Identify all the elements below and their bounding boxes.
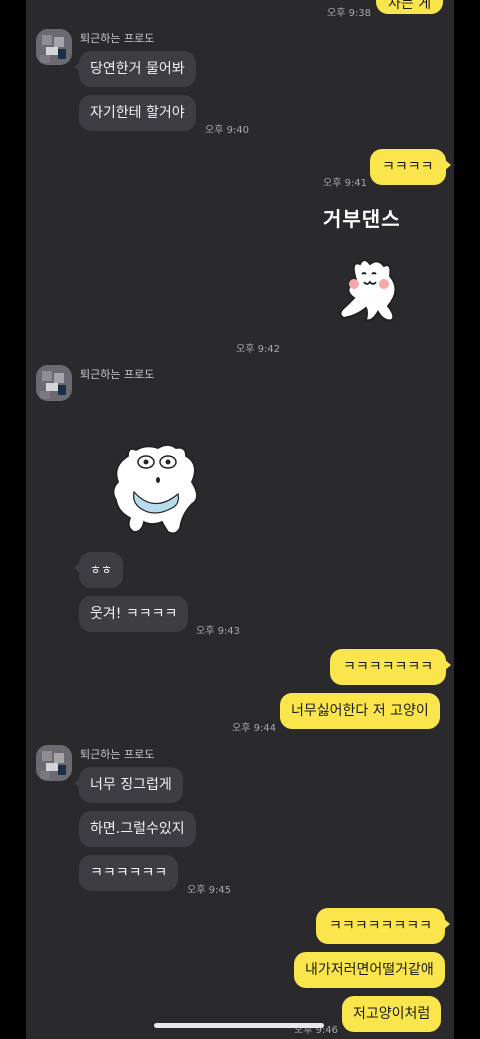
outgoing-message[interactable]: ㅋㅋㅋㅋㅋㅋㅋㅋ	[316, 908, 451, 944]
partner-avatar[interactable]	[36, 29, 72, 65]
chat-screen: 오후 9:38 사는 게 퇴근하는 프로도 당연한거 물어봐 자기한테 할거야 …	[26, 0, 454, 1039]
message-time: 오후 9:42	[236, 344, 281, 355]
incoming-message[interactable]: 자기한테 할거야	[79, 95, 196, 131]
surprised-cat-sticker[interactable]	[106, 442, 208, 542]
outgoing-message[interactable]: 저고양이처럼	[342, 996, 442, 1032]
incoming-message[interactable]: 너무 징그럽게	[74, 767, 183, 803]
dancing-cat-icon	[339, 259, 397, 322]
incoming-message[interactable]: ㅋㅋㅋㅋㅋㅋ	[79, 855, 179, 891]
message-time: 오후 9:40	[205, 125, 250, 136]
message-time: 오후 9:41	[323, 178, 368, 189]
home-indicator[interactable]	[154, 1023, 324, 1028]
message-time: 오후 9:43	[196, 626, 241, 637]
message-time: 오후 9:44	[232, 723, 277, 734]
outgoing-message[interactable]: ㅋㅋㅋㅋㅋㅋㅋ	[330, 649, 452, 685]
outgoing-message[interactable]: 너무싫어한다 저 고양이	[280, 693, 440, 729]
sticker-caption: 거부댄스	[323, 207, 401, 231]
outgoing-message[interactable]: ㅋㅋㅋㅋ	[370, 149, 451, 185]
outgoing-message[interactable]: 사는 게	[376, 0, 449, 14]
message-time: 오후 9:45	[187, 885, 232, 896]
incoming-message[interactable]: 웃겨! ㅋㅋㅋㅋ	[79, 596, 189, 632]
message-text: 사는 게	[388, 0, 432, 12]
sender-name: 퇴근하는 프로도	[80, 368, 155, 381]
incoming-message[interactable]: 당연한거 물어봐	[74, 51, 196, 87]
incoming-message[interactable]: 하면.그럴수있지	[79, 811, 196, 847]
sender-name: 퇴근하는 프로도	[80, 748, 155, 761]
surprised-cat-icon	[112, 444, 198, 535]
incoming-message[interactable]: ㅎㅎ	[73, 552, 124, 588]
outgoing-message[interactable]: 내가저러면어떨거같애	[294, 952, 445, 988]
partner-avatar[interactable]	[36, 365, 72, 401]
message-time: 오후 9:38	[327, 8, 372, 19]
partner-avatar[interactable]	[36, 745, 72, 781]
sender-name: 퇴근하는 프로도	[80, 32, 155, 45]
dancing-cat-sticker[interactable]: 거부댄스	[318, 198, 408, 333]
